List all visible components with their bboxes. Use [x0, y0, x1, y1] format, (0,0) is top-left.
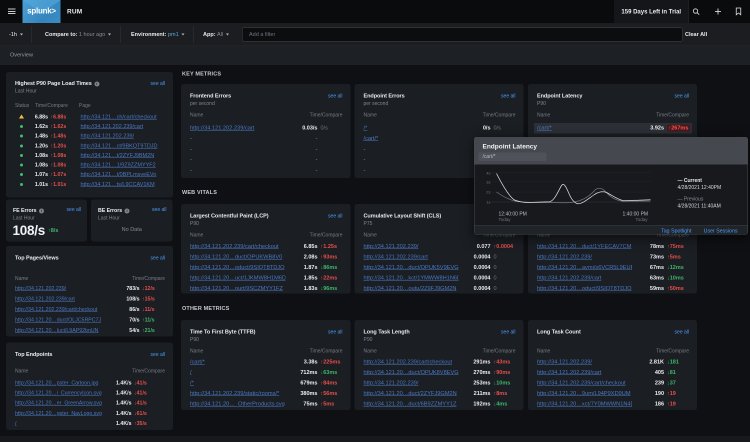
svg-text:1s: 1s	[487, 200, 491, 205]
svg-text:3s: 3s	[487, 180, 491, 185]
svg-text:2s: 2s	[487, 190, 491, 195]
svg-text:4s: 4s	[487, 171, 491, 176]
